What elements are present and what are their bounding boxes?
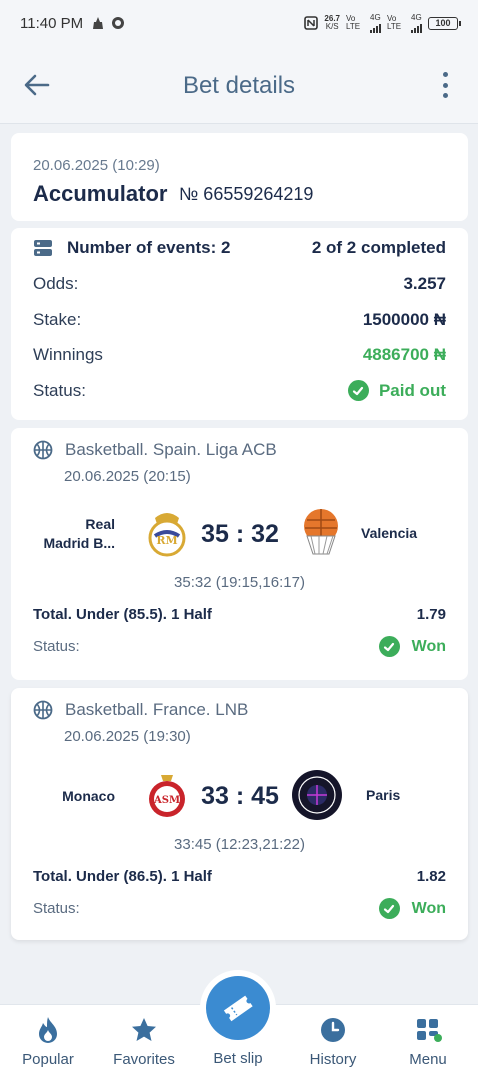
check-circle-icon xyxy=(378,636,400,657)
notification-app-icon-2 xyxy=(112,17,125,29)
real-madrid-logo-icon: RM xyxy=(148,513,186,557)
svg-text:RM: RM xyxy=(156,534,177,547)
nav-history[interactable]: History xyxy=(285,1015,381,1068)
more-options-button[interactable] xyxy=(440,72,450,98)
nav-favorites[interactable]: Favorites xyxy=(96,1015,192,1068)
winnings-label: Winnings xyxy=(33,345,103,364)
event-date: 20.06.2025 (20:15) xyxy=(64,468,191,485)
away-team-name: Paris xyxy=(366,787,401,803)
nav-betslip-label: Bet slip xyxy=(213,1050,263,1067)
market-odds: 1.79 xyxy=(416,606,446,623)
valencia-logo-icon xyxy=(304,509,338,555)
event-card-1[interactable]: Basketball. Spain. Liga ACB 20.06.2025 (… xyxy=(11,428,468,680)
league-name: Basketball. Spain. Liga ACB xyxy=(65,440,277,459)
bet-date: 20.06.2025 (10:29) xyxy=(33,157,160,174)
nav-popular-label: Popular xyxy=(22,1051,74,1068)
event-status-label: Status: xyxy=(33,638,80,655)
stake-row: Stake: 1500000 ₦ xyxy=(33,310,446,330)
page-title: Bet details xyxy=(182,72,296,99)
nav-history-label: History xyxy=(309,1051,357,1068)
home-team-line2: Madrid B... xyxy=(43,535,115,551)
winnings-row: Winnings 4886700 ₦ xyxy=(33,345,446,365)
bet-slip-button[interactable] xyxy=(206,976,270,1040)
nav-popular[interactable]: Popular xyxy=(0,1015,96,1068)
monaco-logo-icon: ASM xyxy=(149,775,185,817)
events-completed: 2 of 2 completed xyxy=(311,238,446,257)
odds-value: 3.257 xyxy=(403,274,446,293)
nfc-icon xyxy=(304,16,319,30)
clock-icon xyxy=(321,1018,345,1042)
market-row: Total. Under (86.5). 1 Half 1.82 xyxy=(33,868,446,885)
events-count-row: Number of events: 2 2 of 2 completed xyxy=(33,238,446,258)
event-status-value: Won xyxy=(411,899,446,917)
nav-menu[interactable]: Menu xyxy=(380,1015,476,1068)
away-team-name: Valencia xyxy=(361,525,418,541)
menu-grid-icon xyxy=(417,1019,442,1042)
odds-row: Odds: 3.257 xyxy=(33,274,446,294)
event-score: 33 : 45 xyxy=(201,782,279,810)
paris-logo-icon xyxy=(292,770,342,820)
star-icon xyxy=(132,1018,156,1041)
market-name: Total. Under (86.5). 1 Half xyxy=(33,868,212,885)
stake-value: 1500000 ₦ xyxy=(362,310,446,329)
notification-app-icon xyxy=(93,17,104,29)
event-date: 20.06.2025 (19:30) xyxy=(64,728,191,745)
app-header: Bet details xyxy=(0,46,478,124)
home-team-name: Monaco xyxy=(62,788,115,804)
events-list-icon xyxy=(34,240,52,256)
winnings-value: 4886700 ₦ xyxy=(362,345,446,364)
basketball-icon xyxy=(33,440,53,460)
league-name: Basketball. France. LNB xyxy=(65,700,249,719)
market-odds: 1.82 xyxy=(416,868,446,885)
period-scores: 35:32 (19:15,16:17) xyxy=(174,574,305,591)
signal-icon-2 xyxy=(411,22,422,33)
event-status-label: Status: xyxy=(33,900,80,917)
period-scores: 33:45 (12:23,21:22) xyxy=(174,836,305,853)
bet-number: № 66559264219 xyxy=(179,184,314,204)
event-status-row: Status: Won xyxy=(33,898,446,919)
battery-icon: 100 xyxy=(428,16,461,30)
event-status-badge: Won xyxy=(378,898,446,919)
status-value: Paid out xyxy=(378,380,446,400)
status-row: Status: Paid out xyxy=(33,380,446,401)
check-circle-icon xyxy=(347,380,369,401)
carrier2-label: Vo LTE xyxy=(387,14,402,31)
basketball-icon xyxy=(33,700,53,720)
status-label: Status: xyxy=(33,380,86,400)
carrier1-label: Vo LTE xyxy=(346,14,361,31)
bet-summary-card: Number of events: 2 2 of 2 completed Odd… xyxy=(11,228,468,420)
market-row: Total. Under (85.5). 1 Half 1.79 xyxy=(33,606,446,623)
event-status-value: Won xyxy=(411,637,446,655)
home-team-line1: Real xyxy=(85,516,115,532)
event-card-2[interactable]: Basketball. France. LNB 20.06.2025 (19:3… xyxy=(11,688,468,940)
market-name: Total. Under (85.5). 1 Half xyxy=(33,606,212,623)
ticket-icon xyxy=(223,995,253,1022)
event-status-badge: Won xyxy=(378,636,446,657)
flame-icon xyxy=(39,1017,57,1043)
signal-icon xyxy=(370,22,381,33)
odds-label: Odds: xyxy=(33,274,79,293)
bet-type: Accumulator xyxy=(33,181,168,206)
svg-text:ASM: ASM xyxy=(153,795,180,806)
status-bar: 11:40 PM 26.7 K/S Vo LTE 4G Vo LTE 4G 10… xyxy=(0,0,478,46)
stake-label: Stake: xyxy=(33,310,82,329)
carrier1-gen: 4G xyxy=(370,12,381,22)
events-count-label: Number of events: 2 xyxy=(67,238,231,257)
home-team-name: Real Madrid B... xyxy=(33,515,115,553)
event-score: 35 : 32 xyxy=(201,520,279,548)
nav-menu-label: Menu xyxy=(409,1051,447,1068)
bet-header-card: 20.06.2025 (10:29) Accumulator № 6655926… xyxy=(11,133,468,221)
net-unit: K/S xyxy=(325,22,339,31)
nav-favorites-label: Favorites xyxy=(113,1051,175,1068)
event-status-row: Status: Won xyxy=(33,636,446,657)
status-badge: Paid out xyxy=(347,380,446,401)
status-time: 11:40 PM xyxy=(20,14,84,32)
carrier2-gen: 4G xyxy=(411,12,422,22)
check-circle-icon xyxy=(378,898,400,919)
